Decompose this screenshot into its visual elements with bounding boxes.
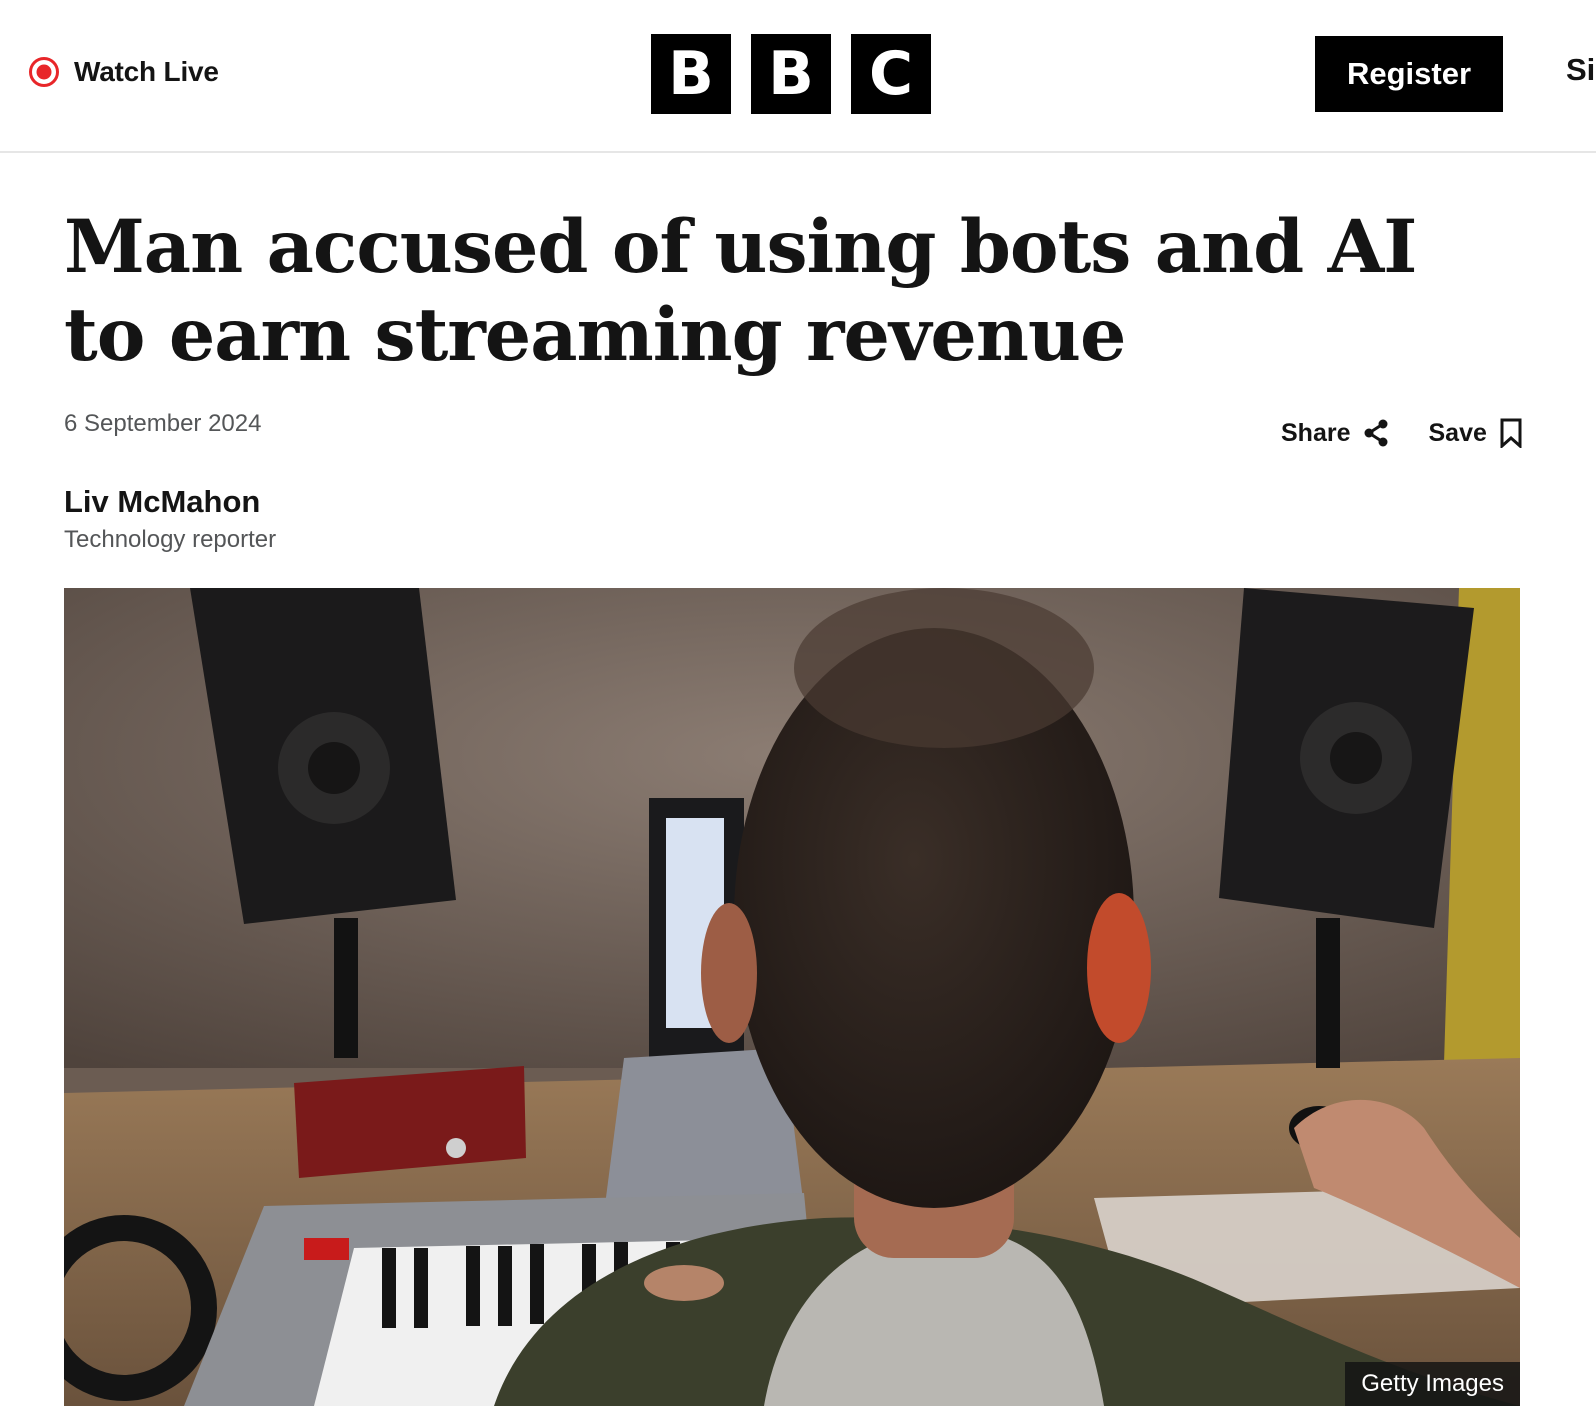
logo-letter: B	[651, 34, 731, 114]
watch-live-label: Watch Live	[74, 56, 219, 87]
save-label: Save	[1428, 418, 1487, 447]
save-button[interactable]: Save	[1428, 418, 1522, 448]
share-button[interactable]: Share	[1281, 418, 1390, 448]
author-role: Technology reporter	[64, 526, 277, 553]
register-button[interactable]: Register	[1315, 36, 1503, 112]
logo-letter: B	[751, 34, 831, 114]
article-headline: Man accused of using bots and AI to earn…	[64, 204, 1417, 378]
bookmark-icon	[1500, 418, 1522, 448]
live-record-icon	[28, 56, 60, 88]
image-credit: Getty Images	[1345, 1362, 1520, 1406]
logo-letter: C	[851, 34, 931, 114]
hero-image: Getty Images	[64, 588, 1520, 1406]
author-name: Liv McMahon	[64, 484, 261, 519]
signin-link[interactable]: Si	[1566, 52, 1595, 88]
article-actions: Share Save	[1281, 418, 1523, 448]
bbc-logo[interactable]: B B C	[651, 34, 931, 114]
article-date: 6 September 2024	[64, 410, 262, 437]
site-header: Watch Live B B C Register Si	[0, 0, 1596, 153]
watch-live-link[interactable]: Watch Live	[28, 52, 219, 92]
share-label: Share	[1281, 418, 1351, 447]
share-icon	[1364, 419, 1388, 447]
